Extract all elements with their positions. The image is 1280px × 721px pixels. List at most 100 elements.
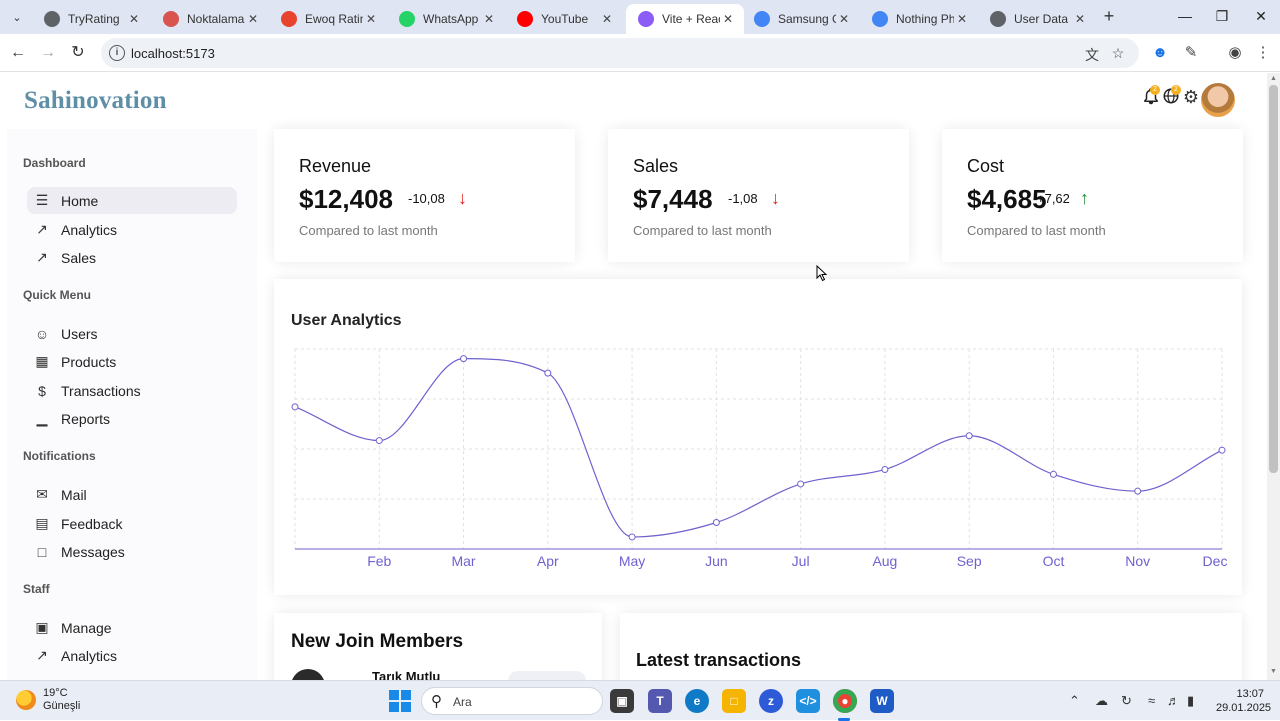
tab-title: Ewoq Rating [305,12,363,26]
browser-tab[interactable]: TryRating ✕ [32,4,150,34]
sidebar-item-label: Sales [61,249,97,266]
edge-icon[interactable]: e [685,689,709,713]
word-icon[interactable]: W [870,689,894,713]
browser-tab[interactable]: WhatsApp ✕ [387,4,505,34]
minimize-icon[interactable]: — [1175,8,1195,24]
dollar-icon: $ [38,382,46,399]
battery-icon[interactable]: ▮ [1187,693,1194,709]
teams-icon[interactable]: T [648,689,672,713]
weather-widget[interactable]: 19°C Güneşli [43,687,80,713]
new-tab-button[interactable]: + [1099,7,1119,27]
tab-close-icon[interactable]: ✕ [481,12,497,26]
arrow-up-icon: ↑ [1080,188,1089,208]
page-scrollbar[interactable]: ▲ ▼ [1267,73,1280,680]
taskbar-clock[interactable]: 13:07 29.01.2025 [1216,687,1271,715]
tray-chevron-icon[interactable]: ⌃ [1069,693,1080,709]
sidebar-item-home[interactable]: ☰ Home [27,187,237,214]
sidebar-item-label: Transactions [61,382,141,399]
tab-close-icon[interactable]: ✕ [954,12,970,26]
extensions-icon[interactable]: ✎ [1181,43,1201,63]
sidebar-item-transactions[interactable]: $ Transactions [27,377,237,404]
weather-sun-icon[interactable] [16,690,36,710]
sidebar-item-manage[interactable]: ▣ Manage [27,614,237,641]
sidebar-item-label: Products [61,353,117,370]
site-info-icon[interactable]: i [109,45,125,61]
sidebar-item-users[interactable]: ☺ Users [27,320,237,347]
featured-subtitle: Compared to last month [967,223,1106,238]
browser-tab[interactable]: Nothing Pho✕ [860,4,978,34]
bookmark-star-icon[interactable]: ☆ [1109,45,1127,63]
new-members-title: New Join Members [291,631,464,652]
maximize-icon[interactable]: ❐ [1212,8,1232,25]
close-window-icon[interactable]: ✕ [1251,8,1271,25]
taskbar-search-placeholder: Ara [453,695,472,709]
tab-search-icon[interactable]: ⌄ [7,7,27,27]
x-tick-label: Aug [872,553,897,569]
scroll-thumb[interactable] [1269,85,1278,473]
file-explorer-icon[interactable]: □ [722,689,746,713]
sidebar-item-feedback[interactable]: ▤ Feedback [27,510,237,537]
latest-transactions-widget: Latest transactions [620,613,1242,680]
browser-tab[interactable]: Samsung Gal✕ [742,4,860,34]
tab-close-icon[interactable]: ✕ [1072,12,1088,26]
taskbar-search[interactable]: ⚲ Ara [421,687,603,715]
sync-icon[interactable]: ↻ [1121,693,1132,709]
member-display-button[interactable] [508,671,586,680]
scroll-up-icon[interactable]: ▲ [1270,75,1277,82]
browser-tab[interactable]: User Data Up✕ [978,4,1096,34]
translate-icon[interactable]: 文 [1083,45,1101,63]
sidebar-item-sales[interactable]: ↗ Sales [27,244,237,271]
browser-tab[interactable]: Ewoq Rating✕ [269,4,387,34]
sidebar-item-label: Manage [61,619,112,636]
tab-close-icon[interactable]: ✕ [363,12,379,26]
browser-menu-icon[interactable]: ⋮ [1253,43,1273,63]
profile-sync-icon[interactable]: ☻ [1150,43,1170,63]
address-bar[interactable]: i localhost:5173 文 ☆ [101,38,1139,68]
profile-avatar-icon[interactable]: ◉ [1225,43,1245,63]
notification-badge: 2 [1150,85,1160,95]
tab-close-icon[interactable]: ✕ [245,12,261,26]
task-view-icon[interactable]: ▣ [610,689,634,713]
tab-close-icon[interactable]: ✕ [836,12,852,26]
browser-tab[interactable]: Vite + React✕ [626,4,744,34]
data-point [544,369,552,377]
tab-close-icon[interactable]: ✕ [720,12,736,26]
volume-icon[interactable]: ♬ [1167,693,1180,708]
tab-close-icon[interactable]: ✕ [599,12,615,26]
sidebar-section-title: Dashboard [23,156,86,170]
reload-icon[interactable]: ↻ [68,43,88,63]
featured-card-sales: Sales $7,448 -1,08 ↓ Compared to last month [608,129,909,262]
sidebar-item-analytics[interactable]: ↗ Analytics [27,216,237,243]
browser-tab[interactable]: Noktalama İşa✕ [151,4,269,34]
vscode-icon[interactable]: </> [796,689,820,713]
sidebar-item-messages[interactable]: □ Messages [27,538,237,565]
sidebar-item-products[interactable]: ▦ Products [27,348,237,375]
chrome-icon[interactable]: ● [833,689,857,713]
onedrive-icon[interactable]: ☁ [1095,693,1108,709]
series-line-active-user [294,358,1223,538]
tab-close-icon[interactable]: ✕ [126,12,142,26]
sidebar-item-analytics[interactable]: ↗ Analytics [27,642,237,669]
sidebar-section-title: Quick Menu [23,288,92,302]
wifi-icon[interactable]: ≈ [1148,693,1155,708]
settings-gear-icon[interactable]: ⚙ [1181,87,1201,107]
back-icon[interactable]: ← [8,43,28,63]
featured-title: Revenue [299,156,372,176]
x-tick-label: May [619,553,645,569]
app-logo[interactable]: Sahinovation [24,87,167,115]
sidebar-item-reports[interactable]: ▁Reports [27,671,237,680]
scroll-down-icon[interactable]: ▼ [1270,668,1277,675]
data-point [1049,470,1057,478]
sidebar-item-reports[interactable]: ▁Reports [27,405,237,432]
sidebar-item-mail[interactable]: ✉ Mail [27,481,237,508]
sidebar-section-title: Notifications [23,449,96,463]
user-avatar[interactable] [1201,83,1235,117]
windows-start-icon[interactable] [388,689,412,713]
forward-icon[interactable]: → [38,43,58,63]
tab-title: Noktalama İşa [187,12,245,26]
url-text[interactable]: localhost:5173 [131,46,215,61]
latest-transactions-title: Latest transactions [636,650,802,670]
zoom-icon[interactable]: z [759,689,783,713]
sidebar-item-label: Analytics [61,647,118,664]
browser-tab[interactable]: YouTube ✕ [505,4,623,34]
